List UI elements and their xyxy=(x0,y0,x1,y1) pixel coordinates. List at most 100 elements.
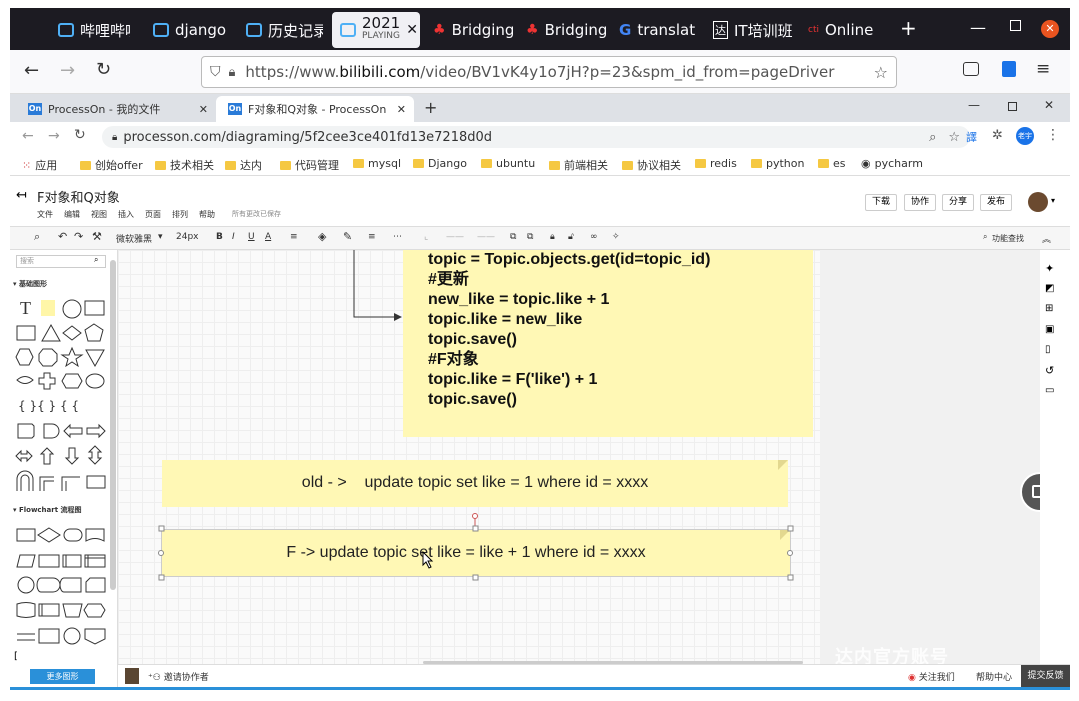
line-style-icon[interactable]: ⋯ xyxy=(393,232,402,242)
profile-avatar[interactable]: 老宇 xyxy=(1016,127,1034,145)
bookmark-apps[interactable]: ⁙ 应用 xyxy=(22,157,57,173)
bookmark-folder[interactable]: redis xyxy=(695,157,737,170)
image-icon[interactable]: ▣ xyxy=(1045,324,1054,335)
history-icon[interactable]: ↺ xyxy=(1045,364,1054,377)
fill-icon[interactable]: ◈ xyxy=(318,230,326,243)
document-title[interactable]: F对象和Q对象 xyxy=(37,187,120,206)
font-select[interactable]: 微软雅黑 xyxy=(116,232,152,245)
browser-tab[interactable]: 哔哩哔哩 xyxy=(50,14,130,46)
unlock-icon[interactable]: 🔓︎ xyxy=(568,232,574,242)
browser-tab[interactable]: cti Online xyxy=(800,14,890,46)
menu-view[interactable]: 视图 xyxy=(91,209,107,220)
collab-button[interactable]: 协作 xyxy=(904,194,937,211)
bookmark-star-icon[interactable]: ☆ xyxy=(948,130,960,145)
new-tab-icon[interactable]: + xyxy=(424,98,437,117)
data-icon[interactable]: ⊞ xyxy=(1045,303,1053,314)
feature-search[interactable]: 功能查找 xyxy=(992,233,1024,244)
follow-us-link[interactable]: ◉ 关注我们 xyxy=(908,670,955,683)
chevron-down-icon[interactable]: ▾ xyxy=(158,232,163,242)
font-size-select[interactable]: 24px xyxy=(176,232,199,242)
page-icon[interactable]: ▯ xyxy=(1045,344,1051,355)
avatar[interactable] xyxy=(1028,192,1048,212)
menu-page[interactable]: 页面 xyxy=(145,209,161,220)
bold-icon[interactable]: B xyxy=(216,232,223,242)
close-window-icon[interactable]: ✕ xyxy=(1044,98,1054,112)
connector-icon[interactable]: ⌞ xyxy=(424,232,428,242)
maximize-icon[interactable] xyxy=(1010,20,1021,31)
restore-icon[interactable] xyxy=(1008,102,1017,111)
omnibox[interactable]: 🔒︎ processon.com/diagraming/5f2cee3ce401… xyxy=(102,126,970,148)
close-tab-icon[interactable]: ✕ xyxy=(199,103,208,116)
to-front-icon[interactable]: ⧉ xyxy=(510,232,516,242)
download-button[interactable]: 下载 xyxy=(865,194,898,211)
section-flowchart[interactable]: ▾ Flowchart 流程图 xyxy=(13,505,82,515)
bookmark-folder[interactable]: 技术相关 xyxy=(155,157,214,173)
bookmark-folder[interactable]: 前端相关 xyxy=(549,157,608,173)
bookmark-folder[interactable]: 协议相关 xyxy=(622,157,681,173)
extensions-icon[interactable]: ✲ xyxy=(992,128,1003,143)
magic-icon[interactable]: ✧ xyxy=(612,232,620,242)
chrome-tab[interactable]: On ProcessOn - 我的文件 ✕ xyxy=(16,96,216,122)
help-center-link[interactable]: 帮助中心 xyxy=(976,670,1012,683)
panel-scrollbar[interactable] xyxy=(110,260,116,590)
pocket-icon[interactable] xyxy=(963,62,979,76)
reload-icon[interactable]: ↻ xyxy=(74,127,86,143)
menu-edit[interactable]: 编辑 xyxy=(64,209,80,220)
align-icon[interactable]: ≡ xyxy=(290,232,298,242)
italic-icon[interactable]: I xyxy=(232,232,235,242)
close-tab-icon[interactable]: ✕ xyxy=(397,103,406,116)
menu-help[interactable]: 帮助 xyxy=(199,209,215,220)
line-start-icon[interactable]: —— xyxy=(446,232,464,242)
zoom-icon[interactable]: ⌕ xyxy=(929,130,936,145)
feedback-button[interactable]: 提交反馈 xyxy=(1021,665,1070,688)
browser-tab-active[interactable]: 2021 PLAYING ✕ xyxy=(332,12,420,48)
browser-tab[interactable]: 历史记录 xyxy=(238,14,323,46)
style-icon[interactable]: ◩ xyxy=(1045,283,1054,294)
close-tab-icon[interactable]: ✕ xyxy=(406,22,418,38)
more-shapes-button[interactable]: 更多图形 xyxy=(30,669,95,684)
chevron-down-icon[interactable]: ▾ xyxy=(1051,196,1055,205)
undo-icon[interactable]: ↶ xyxy=(58,230,67,243)
browser-tab[interactable]: django xyxy=(145,14,230,46)
browser-tab[interactable]: ♣ Bridging xyxy=(518,14,606,46)
shape-search-input[interactable]: 搜索 xyxy=(16,255,106,268)
basic-shapes-grid[interactable]: T { }{ } { { xyxy=(14,296,114,496)
bookmark-folder[interactable]: mysql xyxy=(353,157,401,170)
reload-icon[interactable]: ↻ xyxy=(96,59,111,80)
translate-icon[interactable]: 譯 xyxy=(966,129,977,145)
font-color-icon[interactable]: A xyxy=(265,232,271,242)
diagram-canvas[interactable]: topic = Topic.objects.get(id=topic_id) #… xyxy=(118,250,820,664)
menu-insert[interactable]: 插入 xyxy=(118,209,134,220)
browser-tab[interactable]: ♣ Bridging xyxy=(425,14,513,46)
bookmark-folder[interactable]: 达内 xyxy=(225,157,262,173)
invite-collaborator-link[interactable]: ⁺⚇ 邀请协作者 xyxy=(148,670,209,683)
url-bar[interactable]: ⛉ 🔒︎ https://www.bilibili.com/video/BV1v… xyxy=(201,56,897,88)
chrome-tab-active[interactable]: On F对象和Q对象 - ProcessOn ✕ xyxy=(216,96,414,122)
bookmark-folder[interactable]: ubuntu xyxy=(481,157,535,170)
line-color-icon[interactable]: ✎ xyxy=(343,230,352,243)
lock-icon[interactable]: 🔒︎ xyxy=(550,232,555,242)
browser-tab[interactable]: 达 IT培训班 xyxy=(705,14,795,46)
chrome-menu-icon[interactable]: ⋮ xyxy=(1046,127,1060,143)
browser-tab[interactable]: Gtranslat xyxy=(611,14,699,46)
forward-icon[interactable]: → xyxy=(48,128,60,144)
minimize-icon[interactable]: — xyxy=(970,18,986,37)
menu-icon[interactable]: ≡ xyxy=(1036,59,1050,79)
to-back-icon[interactable]: ⧉ xyxy=(527,232,533,242)
bookmark-folder[interactable]: python xyxy=(751,157,804,170)
line-end-icon[interactable]: —— xyxy=(477,232,495,242)
format-painter-icon[interactable]: ⌕ xyxy=(34,230,40,244)
section-basic-shapes[interactable]: ▾ 基础图形 xyxy=(13,279,47,289)
close-window-icon[interactable]: ✕ xyxy=(1041,20,1059,38)
bookmark-folder[interactable]: 创始offer xyxy=(80,157,143,173)
line-width-icon[interactable]: ≡ xyxy=(368,232,376,242)
menu-arrange[interactable]: 排列 xyxy=(172,209,188,220)
minimize-icon[interactable]: — xyxy=(968,98,980,112)
bookmark-pycharm[interactable]: ◉ pycharm xyxy=(861,157,923,170)
new-tab-icon[interactable]: + xyxy=(900,16,917,40)
bookmark-folder[interactable]: es xyxy=(818,157,846,170)
redo-icon[interactable]: ↷ xyxy=(74,230,83,243)
bookmark-folder[interactable]: 代码管理 xyxy=(280,157,339,173)
publish-button[interactable]: 发布 xyxy=(980,194,1013,211)
underline-icon[interactable]: U xyxy=(248,232,255,242)
